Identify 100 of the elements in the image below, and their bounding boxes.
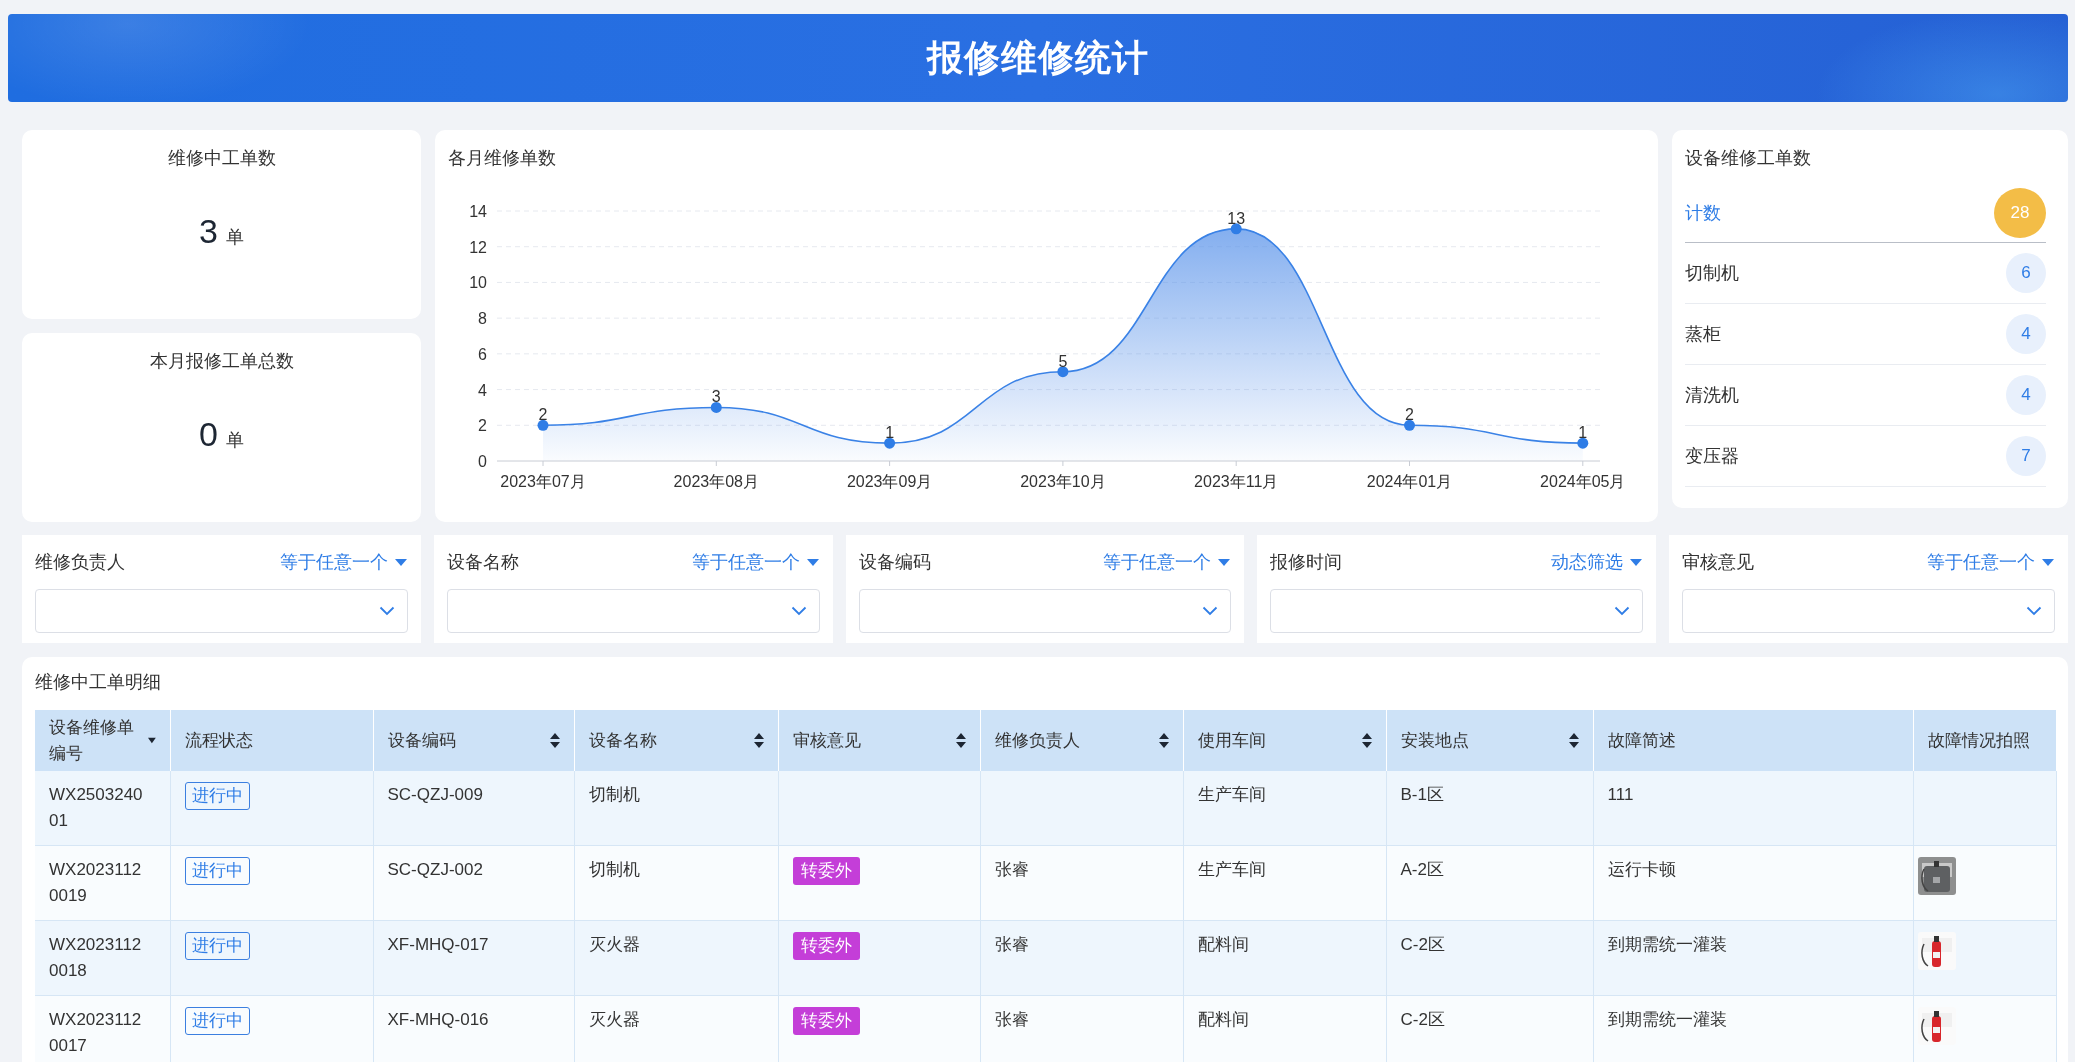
table-cell: 配料间: [1197, 935, 1249, 954]
axis-label: 8: [478, 310, 487, 328]
table-title: 维修中工单明细: [35, 671, 162, 694]
status-tag: 进行中: [184, 857, 250, 885]
stat-value: 0: [199, 415, 218, 454]
review-tag: 转委外: [792, 1007, 860, 1035]
count-badge: 7: [2006, 436, 2046, 476]
data-point: [884, 437, 896, 449]
data-label: 13: [1227, 209, 1246, 227]
chevron-icon: [2026, 606, 2042, 616]
review-tag: 转委外: [792, 932, 860, 960]
card-title: 设备维修工单数: [1685, 147, 1812, 170]
table-cell: SC-QZJ-009: [387, 785, 483, 804]
equipment-name: 计数: [1685, 202, 1721, 225]
stat-unit: 单: [225, 226, 244, 249]
axis-label: 10: [469, 274, 487, 292]
table-cell: 到期需统一灌装: [1607, 935, 1727, 954]
caret-icon: [805, 557, 820, 567]
table-cell: 张睿: [994, 935, 1029, 954]
select-field[interactable]: [35, 589, 408, 633]
column-header[interactable]: 审核意见: [778, 710, 980, 771]
table-cell: 到期需统一灌装: [1607, 1010, 1727, 1029]
stat-label: 维修中工单数: [167, 147, 276, 170]
data-label: 3: [711, 388, 721, 406]
table-cell: 张睿: [994, 1010, 1029, 1029]
table-cell: 111: [1607, 785, 1634, 804]
chart-title: 各月维修单数: [448, 147, 557, 170]
count-badge: 4: [2006, 314, 2046, 354]
table-cell: WX20231120019: [49, 860, 142, 905]
table-cell: 灭火器: [588, 1010, 640, 1029]
filter-label: 设备名称: [446, 551, 519, 574]
axis-label: 12: [469, 238, 487, 256]
column-header[interactable]: 故障简述: [1593, 710, 1913, 771]
data-label: 1: [885, 424, 895, 442]
column-header[interactable]: 故障情况拍照: [1913, 710, 2056, 771]
table-cell: 配料间: [1197, 1010, 1249, 1029]
axis-label: 2023年11月: [1194, 473, 1279, 490]
column-header[interactable]: 使用车间: [1183, 710, 1386, 771]
table-cell: XF-MHQ-017: [387, 935, 489, 954]
equipment-name: 变压器: [1685, 445, 1739, 468]
status-tag: 进行中: [184, 782, 250, 810]
caret-icon: [393, 557, 408, 567]
equipment-name: 切制机: [1685, 262, 1739, 285]
column-header[interactable]: 流程状态: [170, 710, 373, 771]
table-cell: 生产车间: [1197, 860, 1266, 879]
operator-dropdown[interactable]: 等于任意一个: [1927, 550, 2055, 574]
axis-label: 2023年10月: [1020, 473, 1106, 490]
status-tag: 进行中: [184, 1007, 250, 1035]
table-cell: 生产车间: [1197, 785, 1266, 804]
data-point: [1230, 223, 1242, 235]
table-cell: 切制机: [588, 785, 640, 804]
column-header[interactable]: 设备名称: [574, 710, 778, 771]
column-header[interactable]: 维修负责人: [980, 710, 1183, 771]
table-cell: B-1区: [1400, 785, 1444, 804]
table-cell: 切制机: [588, 860, 640, 879]
stat-unit: 单: [225, 429, 244, 452]
chevron-icon: [1202, 606, 1219, 616]
axis-label: 2024年01月: [1366, 473, 1453, 490]
equipment-name: 蒸柜: [1685, 323, 1721, 346]
table-cell: WX20231120017: [49, 1010, 142, 1055]
axis-label: 2024年05月: [1540, 473, 1625, 490]
page-title: 报修维修统计: [927, 35, 1149, 80]
operator-dropdown[interactable]: 动态筛选: [1551, 550, 1644, 574]
stat-label: 本月报修工单总数: [149, 350, 294, 373]
select-field[interactable]: [446, 589, 820, 633]
operator-dropdown[interactable]: 等于任意一个: [279, 550, 408, 574]
caret-icon: [1217, 557, 1232, 567]
axis-label: 2023年09月: [846, 473, 933, 490]
column-header[interactable]: 设备编码: [373, 710, 574, 771]
table-cell: 灭火器: [588, 935, 640, 954]
operator-dropdown[interactable]: 等于任意一个: [691, 550, 820, 574]
table-cell: C-2区: [1400, 1010, 1445, 1029]
axis-label: 0: [478, 453, 487, 470]
table-cell: A-2区: [1400, 860, 1444, 879]
axis-label: 14: [469, 203, 487, 220]
chevron-icon: [1614, 606, 1631, 616]
operator-dropdown[interactable]: 等于任意一个: [1103, 550, 1232, 574]
column-header[interactable]: 安装地点: [1386, 710, 1593, 771]
select-field[interactable]: [858, 589, 1232, 633]
data-label: 2: [538, 406, 548, 424]
axis-label: 4: [478, 381, 487, 399]
status-tag: 进行中: [184, 932, 250, 960]
data-label: 5: [1058, 352, 1068, 370]
data-point: [1577, 437, 1589, 449]
table-cell: SC-QZJ-002: [387, 860, 483, 879]
select-field[interactable]: [1270, 589, 1644, 633]
count-badge: 28: [1994, 188, 2046, 238]
select-field[interactable]: [1682, 589, 2055, 633]
table-cell: C-2区: [1400, 935, 1445, 954]
filter-label: 设备编码: [858, 551, 931, 574]
data-point: [710, 401, 722, 413]
table-cell: WX250324001: [49, 785, 143, 830]
table-cell: XF-MHQ-016: [387, 1010, 489, 1029]
review-tag: 转委外: [792, 857, 860, 885]
column-header[interactable]: 设备维修单编号: [35, 710, 170, 771]
count-badge: 6: [2006, 253, 2046, 293]
filter-label: 报修时间: [1270, 551, 1343, 574]
data-point: [1404, 419, 1415, 431]
table-cell: 运行卡顿: [1607, 860, 1676, 879]
data-label: 1: [1578, 424, 1588, 442]
